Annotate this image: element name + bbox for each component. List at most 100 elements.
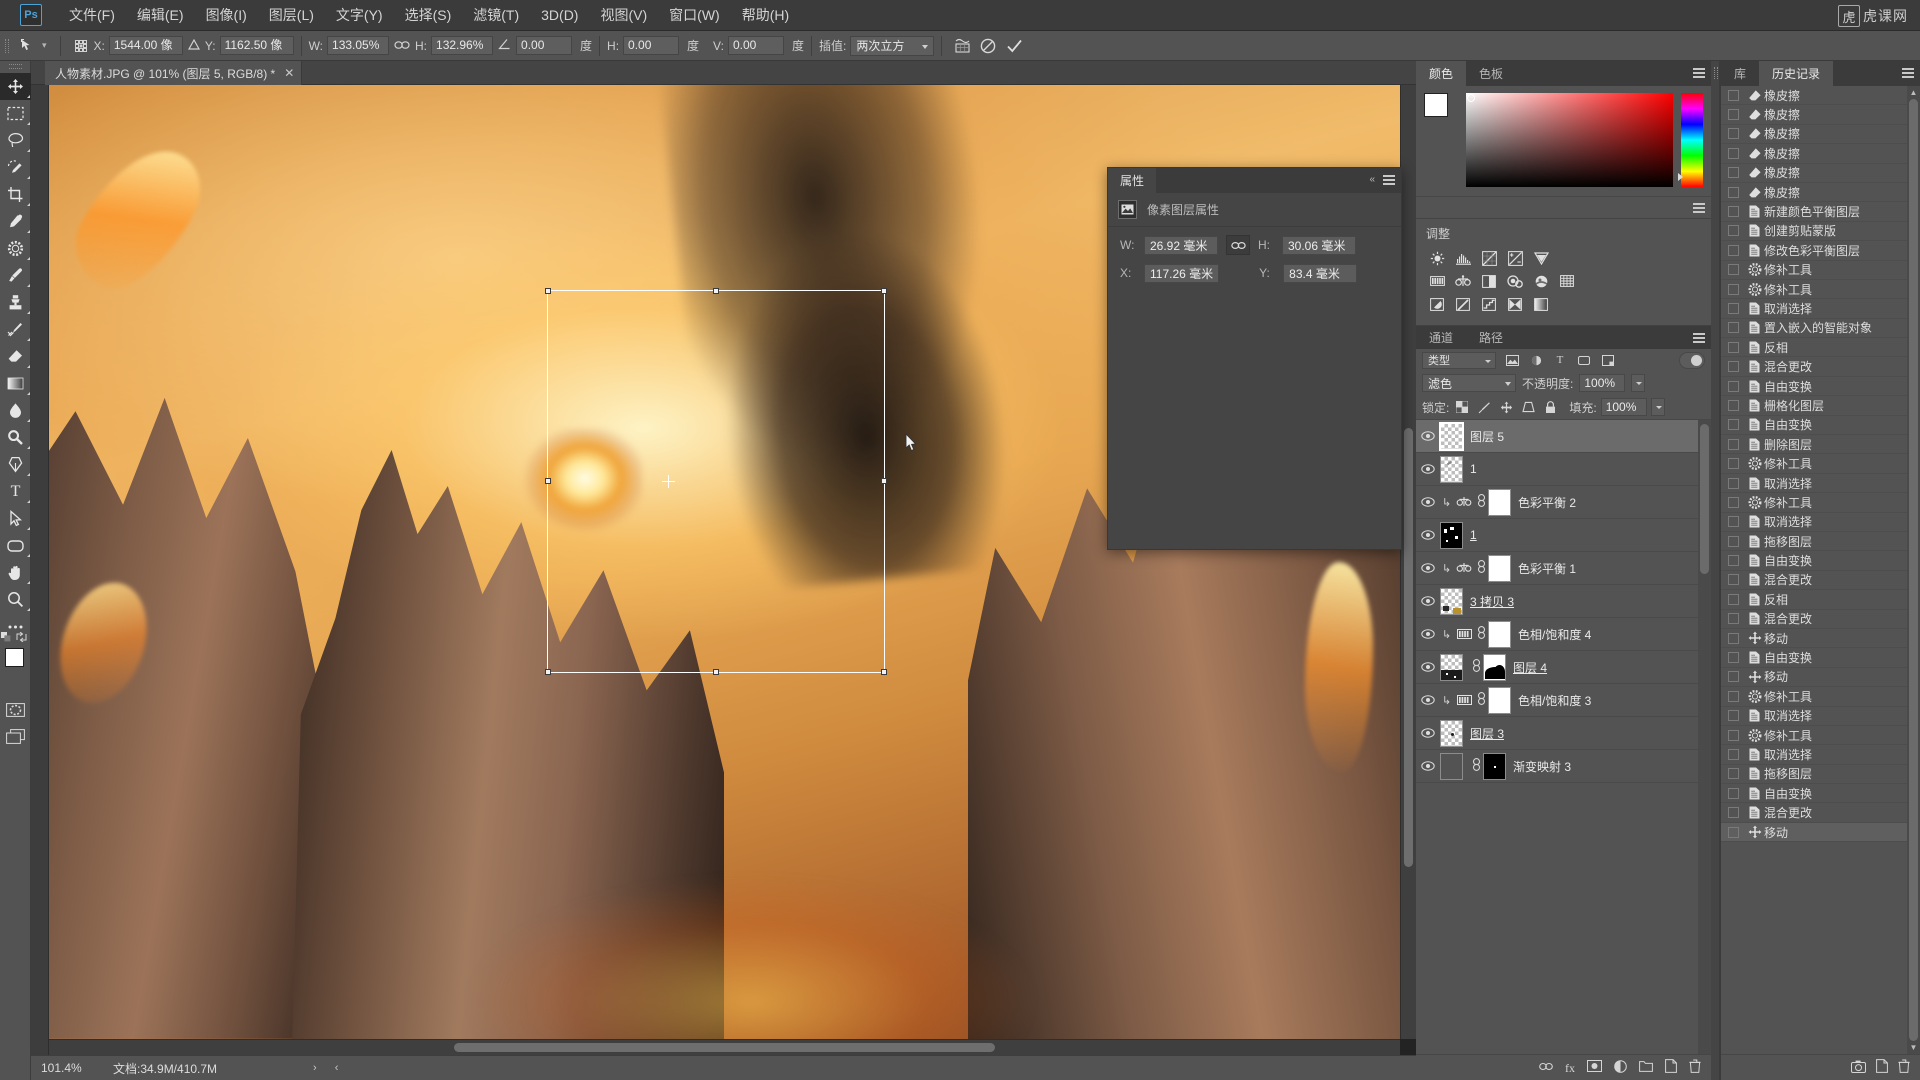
props-y-input[interactable]: 83.4 毫米 <box>1283 263 1358 283</box>
foreground-color-swatch[interactable] <box>5 648 24 667</box>
snapshot-icon[interactable] <box>1851 1060 1866 1076</box>
collapse-icon[interactable]: « <box>1369 174 1375 185</box>
menu-image[interactable]: 图像(I) <box>195 0 258 31</box>
eyedropper-tool[interactable] <box>0 208 31 235</box>
photo-filter-icon[interactable] <box>1504 271 1526 291</box>
menu-edit[interactable]: 编辑(E) <box>126 0 195 31</box>
history-snapshot-checkbox[interactable] <box>1728 477 1739 489</box>
layers-list[interactable]: 图层 5 1 ↳ 色彩平衡 2 1 ↳ 色彩平衡 1 3 拷贝 3 ↳ 色相/饱… <box>1416 419 1711 1080</box>
delete-state-icon[interactable] <box>1898 1059 1910 1076</box>
scrollbar-thumb[interactable] <box>454 1043 995 1052</box>
history-item[interactable]: 新建颜色平衡图层 <box>1721 202 1920 222</box>
color-lookup-icon[interactable] <box>1556 271 1578 291</box>
layer-visibility-icon[interactable] <box>1416 563 1440 573</box>
adjustment-filter-icon[interactable] <box>1524 349 1548 371</box>
path-selection-tool[interactable] <box>0 505 31 532</box>
history-snapshot-checkbox[interactable] <box>1728 516 1739 528</box>
new-adjustment-icon[interactable] <box>1614 1059 1627 1076</box>
tool-preset-caret-icon[interactable]: ▾ <box>42 40 47 51</box>
panel-menu-icon[interactable] <box>1693 203 1705 213</box>
history-item[interactable]: 取消选择 <box>1721 513 1920 532</box>
history-snapshot-checkbox[interactable] <box>1728 574 1739 586</box>
vibrance-icon[interactable] <box>1530 248 1552 268</box>
history-item[interactable]: 自由变换 <box>1721 416 1920 436</box>
blur-tool[interactable] <box>0 397 31 424</box>
panel-menu-icon[interactable] <box>1693 333 1705 343</box>
layer-thumbnail[interactable] <box>1440 653 1463 681</box>
tab-color[interactable]: 颜色 <box>1416 61 1467 86</box>
commit-icon[interactable] <box>1001 34 1027 58</box>
pen-tool[interactable] <box>0 451 31 478</box>
layer-thumbnail[interactable] <box>1440 719 1463 747</box>
pixel-filter-icon[interactable] <box>1500 349 1524 371</box>
history-snapshot-checkbox[interactable] <box>1728 768 1739 780</box>
delta-icon[interactable] <box>187 38 200 53</box>
new-layer-icon[interactable] <box>1665 1059 1677 1076</box>
history-snapshot-checkbox[interactable] <box>1728 419 1739 431</box>
menu-layer[interactable]: 图层(L) <box>258 0 325 31</box>
history-item[interactable]: 修补工具 <box>1721 261 1920 280</box>
history-item[interactable]: 拖移图层 <box>1721 765 1920 785</box>
table-row[interactable]: 1 <box>1416 519 1711 552</box>
hue-saturation-icon[interactable] <box>1453 694 1475 706</box>
layer-mask-thumbnail[interactable] <box>1488 620 1511 648</box>
opacity-input[interactable]: 100% <box>1579 374 1626 392</box>
history-snapshot-checkbox[interactable] <box>1728 438 1739 450</box>
tab-properties[interactable]: 属性 <box>1108 168 1157 193</box>
history-item[interactable]: 混合更改 <box>1721 803 1920 823</box>
link-layers-icon[interactable] <box>1539 1060 1553 1075</box>
status-expand-icon[interactable]: › <box>313 1062 317 1074</box>
y-input[interactable]: 1162.50 像 <box>219 36 294 55</box>
scrollbar-thumb[interactable] <box>1909 99 1918 1041</box>
h-input[interactable]: 132.96% <box>431 36 494 55</box>
history-item[interactable]: 橡皮擦 <box>1721 105 1920 125</box>
dock-rail[interactable] <box>1711 61 1720 1080</box>
layer-filter-kind-select[interactable]: 类型 <box>1422 351 1496 369</box>
default-colors-icon[interactable] <box>1 632 11 645</box>
menu-3d[interactable]: 3D(D) <box>530 0 589 31</box>
menu-view[interactable]: 视图(V) <box>589 0 658 31</box>
patch-tool[interactable] <box>0 235 31 262</box>
w-input[interactable]: 133.05% <box>327 36 390 55</box>
lock-image-icon[interactable] <box>1475 398 1493 416</box>
table-row[interactable]: ↳ 色彩平衡 2 <box>1416 486 1711 519</box>
warp-icon[interactable] <box>949 34 975 58</box>
history-snapshot-checkbox[interactable] <box>1728 748 1739 760</box>
history-snapshot-checkbox[interactable] <box>1728 186 1739 198</box>
history-snapshot-checkbox[interactable] <box>1728 593 1739 605</box>
history-item[interactable]: 删除图层 <box>1721 435 1920 455</box>
canvas-vertical-scrollbar[interactable] <box>1400 85 1416 1039</box>
history-item[interactable]: 移动 <box>1721 668 1920 688</box>
history-snapshot-checkbox[interactable] <box>1728 206 1739 218</box>
history-item[interactable]: 反相 <box>1721 590 1920 610</box>
threshold-icon[interactable] <box>1478 294 1500 314</box>
type-filter-icon[interactable]: T <box>1548 349 1572 371</box>
history-snapshot-checkbox[interactable] <box>1728 264 1739 276</box>
layer-name[interactable]: 色彩平衡 1 <box>1518 560 1576 577</box>
lock-artboard-icon[interactable] <box>1519 398 1537 416</box>
history-snapshot-checkbox[interactable] <box>1728 613 1739 625</box>
hue-marker-icon[interactable] <box>1678 173 1683 181</box>
history-snapshot-checkbox[interactable] <box>1728 225 1739 237</box>
lock-position-icon[interactable] <box>1497 398 1515 416</box>
levels-icon[interactable] <box>1452 248 1474 268</box>
history-snapshot-checkbox[interactable] <box>1728 632 1739 644</box>
layer-name[interactable]: 图层 3 <box>1470 725 1504 742</box>
history-item[interactable]: 反相 <box>1721 338 1920 358</box>
add-mask-icon[interactable] <box>1587 1060 1602 1075</box>
color-picker-field[interactable] <box>1466 93 1673 187</box>
history-snapshot-checkbox[interactable] <box>1728 535 1739 547</box>
link-icon[interactable] <box>1475 560 1488 576</box>
layer-style-icon[interactable]: fx <box>1565 1060 1575 1076</box>
history-snapshot-checkbox[interactable] <box>1728 128 1739 140</box>
marquee-tool[interactable] <box>0 100 31 127</box>
skew-v-input[interactable]: 0.00 <box>727 36 784 55</box>
history-snapshot-checkbox[interactable] <box>1728 89 1739 101</box>
layer-name[interactable]: 色彩平衡 2 <box>1518 494 1576 511</box>
new-group-icon[interactable] <box>1639 1060 1653 1075</box>
history-item[interactable]: 修补工具 <box>1721 726 1920 746</box>
layer-mask-thumbnail[interactable] <box>1483 653 1506 681</box>
color-balance-icon[interactable] <box>1453 496 1475 508</box>
table-row[interactable]: 1 <box>1416 453 1711 486</box>
layer-thumbnail[interactable] <box>1439 421 1464 451</box>
